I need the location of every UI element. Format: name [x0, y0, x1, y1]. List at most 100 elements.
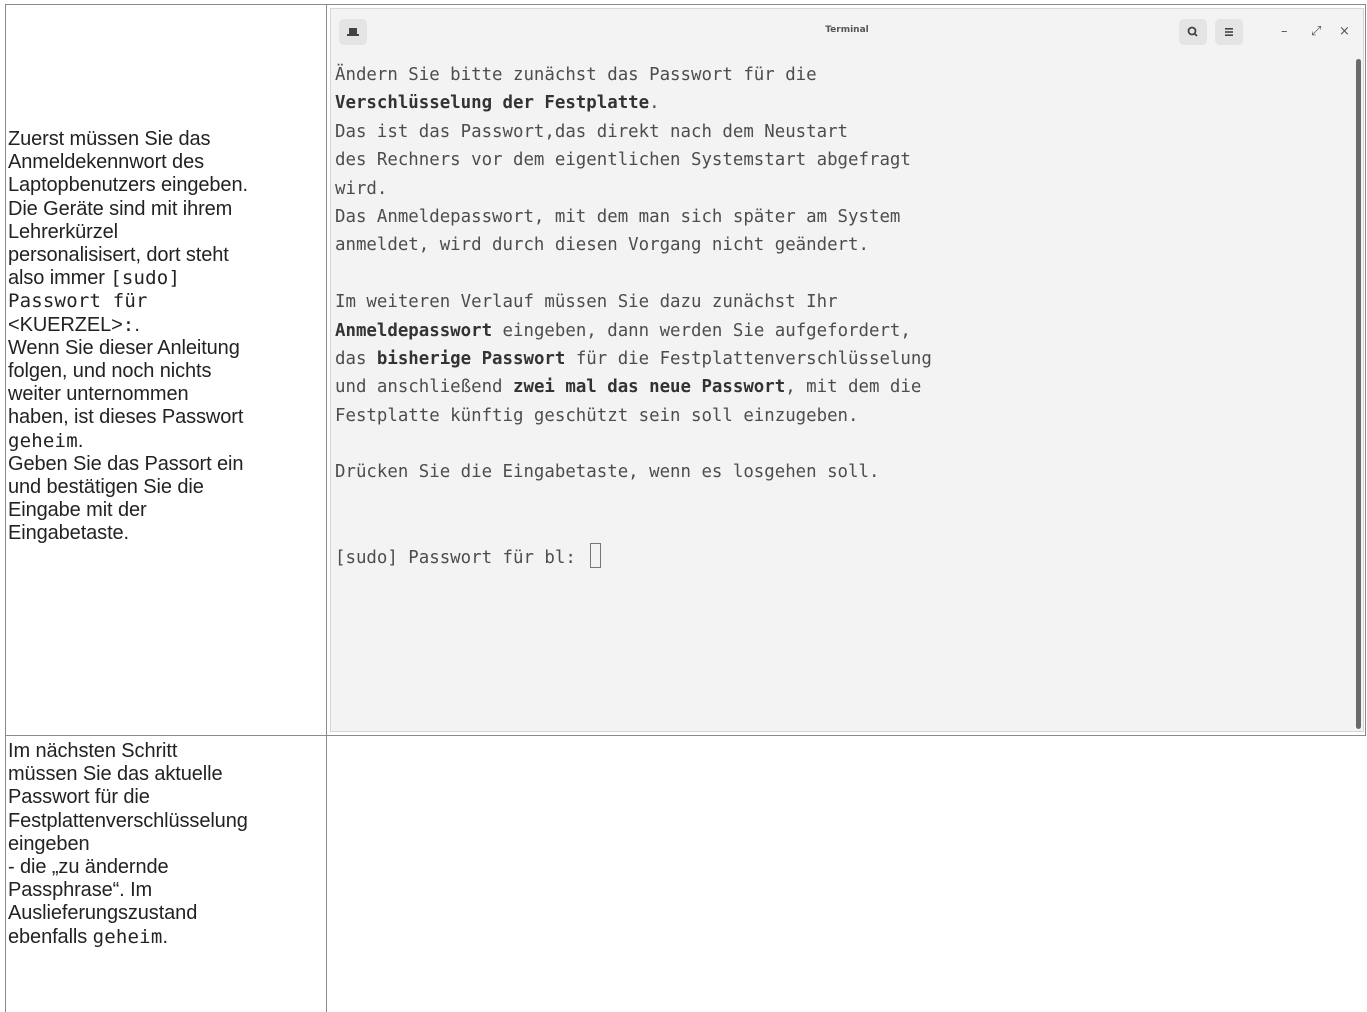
instruction-text: müssen Sie das aktuelle [8, 763, 223, 786]
instruction-text: . [162, 925, 168, 948]
terminal-line: das bisherige Passwort für die Festplatt… [335, 345, 932, 373]
instruction-line: folgen, und noch nichts [8, 360, 326, 383]
terminal-text: Drücken Sie die Eingabetaste, wenn es lo… [335, 462, 880, 483]
instruction-line: Im nächsten Schritt [8, 740, 326, 763]
terminal-output: Ändern Sie bitte zunächst das Passwort f… [335, 61, 932, 572]
instruction-line: <KUERZEL>:. [8, 314, 326, 337]
terminal-text: Im weiteren Verlauf müssen Sie dazu zunä… [335, 292, 838, 313]
instruction-text: Im nächsten Schritt [8, 740, 178, 762]
instruction-text: . [134, 313, 140, 336]
instruction-line: Laptopbenutzers eingeben. [8, 174, 326, 197]
instruction-text: also immer [8, 267, 111, 290]
instruction-text: Eingabetaste. [8, 522, 130, 545]
instruction-text: Geben Sie das Passort ein [8, 452, 244, 475]
instruction-line: Auslieferungszustand [8, 902, 326, 925]
maximize-button[interactable]: ⤢ [1311, 25, 1321, 39]
terminal-line: Das ist das Passwort,das direkt nach dem… [335, 118, 932, 146]
terminal-scrollbar[interactable] [1356, 59, 1361, 729]
instruction-text: eingeben [8, 832, 90, 855]
instruction-line: müssen Sie das aktuelle [8, 763, 326, 786]
menu-icon [1225, 28, 1233, 36]
search-icon [1187, 26, 1198, 37]
maximize-icon: ⤢ [1311, 24, 1322, 39]
terminal-text: Das Anmeldepasswort, mit dem man sich sp… [335, 206, 901, 227]
terminal-line: Drücken Sie die Eingabetaste, wenn es lo… [335, 458, 932, 486]
table-column-divider [326, 4, 327, 1012]
instruction-line: Passwort für die [8, 786, 326, 809]
terminal-text: und anschließend [335, 377, 513, 398]
terminal-title: Terminal [825, 25, 869, 35]
instruction-text: Laptopbenutzers eingeben. [8, 174, 248, 197]
terminal-line: Verschlüsselung der Festplatte. [335, 89, 932, 117]
terminal-text: das [335, 348, 377, 369]
terminal-bold-text: Verschlüsselung der Festplatte [335, 93, 650, 114]
instruction-line: eingeben [8, 833, 326, 856]
terminal-line: anmeldet, wird durch diesen Vorgang nich… [335, 231, 932, 259]
table-border-right [1365, 4, 1366, 736]
instruction-text: Lehrerkürzel [8, 220, 118, 243]
instruction-text: - die „zu ändernde [8, 856, 169, 879]
instruction-text: Anmeldekennwort des [8, 151, 204, 174]
terminal-window: Terminal – ⤢ × Ändern Sie bitte zunächst… [330, 8, 1364, 732]
terminal-cursor[interactable] [590, 543, 602, 569]
terminal-line: [sudo] Passwort für bl: [335, 543, 932, 572]
instruction-line: Die Geräte sind mit ihrem [8, 198, 326, 221]
instruction-line: weiter unternommen [8, 383, 326, 406]
instruction-text: Passwort für die [8, 786, 150, 809]
terminal-text: eingeben, dann werden Sie aufgefordert, [492, 320, 911, 341]
minimize-button[interactable]: – [1281, 25, 1288, 39]
terminal-line: Festplatte künftig geschützt sein soll e… [335, 402, 932, 430]
terminal-text: Festplatte künftig geschützt sein soll e… [335, 405, 859, 426]
terminal-text: für die Festplattenverschlüsselung [565, 348, 932, 369]
close-icon: × [1339, 24, 1350, 39]
terminal-headerbar: Terminal – ⤢ × [331, 9, 1363, 55]
terminal-text: , mit dem die [785, 377, 922, 398]
inline-code: geheim [8, 429, 78, 452]
terminal-text: Ändern Sie bitte zunächst das Passwort f… [335, 65, 817, 85]
close-button[interactable]: × [1339, 25, 1350, 39]
terminal-line: Ändern Sie bitte zunächst das Passwort f… [335, 61, 932, 89]
terminal-line: und anschließend zwei mal das neue Passw… [335, 373, 932, 401]
instruction-text: <KUERZEL> [8, 313, 123, 336]
terminal-text: Das ist das Passwort,das direkt nach dem… [335, 121, 849, 142]
terminal-line: Anmeldepasswort eingeben, dann werden Si… [335, 317, 932, 345]
instruction-line: - die „zu ändernde [8, 856, 326, 879]
instruction-line: Eingabetaste. [8, 522, 326, 545]
terminal-line: Im weiteren Verlauf müssen Sie dazu zunä… [335, 288, 932, 316]
terminal-line: Das Anmeldepasswort, mit dem man sich sp… [335, 203, 932, 231]
instruction-text: Zuerst müssen Sie das [8, 128, 211, 150]
instruction-text: Die Geräte sind mit ihrem [8, 197, 233, 220]
instruction-text: Wenn Sie dieser Anleitung [8, 336, 240, 359]
terminal-text: anmeldet, wird durch diesen Vorgang nich… [335, 235, 869, 256]
instruction-line: Geben Sie das Passort ein [8, 453, 326, 476]
instruction-text: und bestätigen Sie die [8, 476, 204, 499]
search-button[interactable] [1179, 19, 1207, 45]
instruction-line: Passwort für [8, 290, 326, 313]
instruction-line: haben, ist dieses Passwort [8, 406, 326, 429]
terminal-bold-text: zwei mal das neue Passwort [513, 377, 786, 398]
terminal-bold-text: Anmeldepasswort [335, 320, 493, 341]
menu-button[interactable] [1215, 19, 1243, 45]
instruction-line: Wenn Sie dieser Anleitung [8, 337, 326, 360]
row1-instruction-text: Zuerst müssen Sie das Anmeldekennwort des… [8, 128, 326, 546]
inline-code: [sudo] [110, 267, 181, 290]
table-border-left [5, 4, 6, 1012]
inline-code: Passwort für [8, 290, 148, 313]
terminal-text: des Rechners vor dem eigentlichen System… [335, 150, 911, 171]
instruction-line: ebenfalls geheim. [8, 926, 326, 949]
inline-code: geheim [92, 925, 163, 948]
terminal-line: des Rechners vor dem eigentlichen System… [335, 146, 932, 174]
instruction-line: also immer [sudo] [8, 267, 326, 290]
terminal-text: . [649, 93, 660, 114]
row2-instruction-text: Im nächsten Schritt müssen Sie das aktuel… [8, 740, 326, 949]
instruction-text: haben, ist dieses Passwort [8, 406, 244, 429]
instruction-line: Eingabe mit der [8, 499, 326, 522]
instruction-text: weiter unternommen [8, 383, 189, 406]
instruction-text: . [77, 429, 84, 452]
terminal-text: wird. [335, 178, 388, 199]
instruction-text: folgen, und noch nichts [8, 360, 212, 383]
